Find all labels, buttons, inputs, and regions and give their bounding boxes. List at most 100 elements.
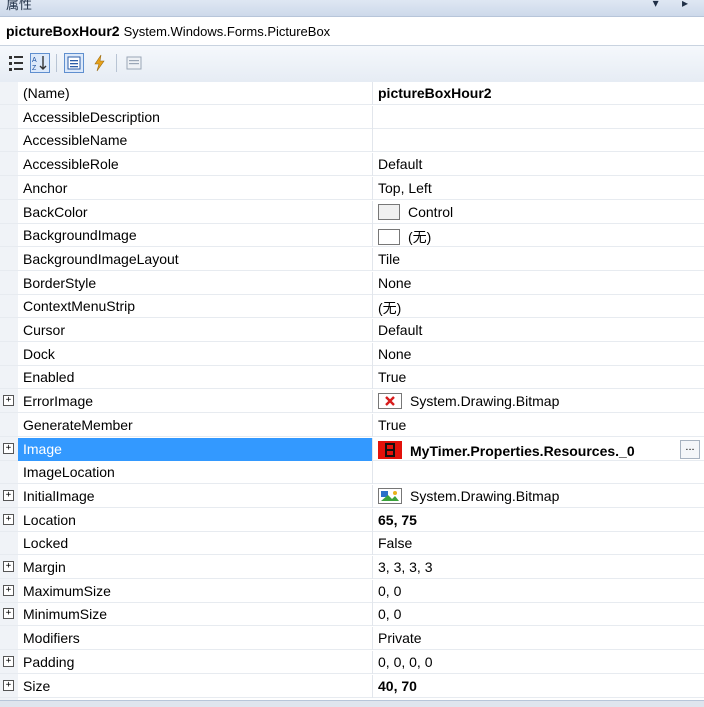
column-splitter[interactable] — [372, 177, 373, 200]
property-row[interactable]: AccessibleName — [0, 129, 704, 152]
column-splitter[interactable] — [372, 438, 373, 461]
property-value[interactable]: None — [378, 346, 693, 362]
property-value[interactable]: 40, 70 — [378, 678, 693, 694]
property-value[interactable]: None — [378, 275, 693, 291]
property-row[interactable]: Enabled True — [0, 366, 704, 389]
property-row[interactable]: + ErrorImage System.Drawing.Bitmap — [0, 390, 704, 413]
property-value-text: 0, 0, 0, 0 — [378, 654, 433, 670]
property-row[interactable]: + MinimumSize 0, 0 — [0, 603, 704, 626]
property-value[interactable]: Default — [378, 322, 693, 338]
column-splitter[interactable] — [372, 272, 373, 295]
property-row[interactable]: ImageLocation — [0, 461, 704, 484]
property-row[interactable]: + Margin 3, 3, 3, 3 — [0, 556, 704, 579]
column-splitter[interactable] — [372, 414, 373, 437]
expand-icon[interactable]: + — [3, 514, 14, 525]
property-value[interactable]: (无) — [378, 227, 693, 247]
property-value[interactable]: Top, Left — [378, 180, 693, 196]
panel-title-controls[interactable]: ▾ ▸ — [653, 0, 698, 10]
column-splitter[interactable] — [372, 106, 373, 129]
property-value[interactable]: True — [378, 369, 693, 385]
property-value[interactable]: System.Drawing.Bitmap — [378, 393, 693, 412]
property-value[interactable]: (无) — [378, 298, 693, 318]
property-row[interactable]: Anchor Top, Left — [0, 177, 704, 200]
expand-icon[interactable]: + — [3, 585, 14, 596]
column-splitter[interactable] — [372, 343, 373, 366]
column-splitter[interactable] — [372, 603, 373, 626]
property-row[interactable]: Dock None — [0, 343, 704, 366]
property-value[interactable]: 0, 0, 0, 0 — [378, 654, 693, 670]
column-splitter[interactable] — [372, 224, 373, 247]
property-row[interactable]: + Location 65, 75 — [0, 509, 704, 532]
property-value[interactable]: 3, 3, 3, 3 — [378, 559, 693, 575]
events-icon[interactable] — [90, 53, 110, 73]
expand-icon[interactable]: + — [3, 443, 14, 454]
expand-icon[interactable]: + — [3, 656, 14, 667]
column-splitter[interactable] — [372, 532, 373, 555]
property-row[interactable]: BorderStyle None — [0, 272, 704, 295]
property-value[interactable]: 0, 0 — [378, 606, 693, 622]
alphabetical-icon[interactable]: A Z — [30, 53, 50, 73]
property-row[interactable]: + Image MyTimer.Properties.Resources._0... — [0, 438, 704, 461]
column-splitter[interactable] — [372, 295, 373, 318]
column-splitter[interactable] — [372, 201, 373, 224]
column-splitter[interactable] — [372, 366, 373, 389]
properties-icon[interactable] — [64, 53, 84, 73]
property-value[interactable]: System.Drawing.Bitmap — [378, 488, 693, 507]
column-splitter[interactable] — [372, 82, 373, 105]
property-row[interactable]: (Name) pictureBoxHour2 — [0, 82, 704, 105]
property-row[interactable]: GenerateMember True — [0, 414, 704, 437]
column-splitter[interactable] — [372, 675, 373, 698]
column-splitter[interactable] — [372, 248, 373, 271]
property-value[interactable]: Control — [378, 204, 693, 220]
object-type: System.Windows.Forms.PictureBox — [123, 24, 331, 39]
expand-icon[interactable]: + — [3, 561, 14, 572]
property-value[interactable]: True — [378, 417, 693, 433]
ellipsis-button[interactable]: ... — [680, 440, 700, 459]
property-value-text: 0, 0 — [378, 583, 402, 599]
column-splitter[interactable] — [372, 153, 373, 176]
property-value[interactable]: 65, 75 — [378, 512, 693, 528]
property-row[interactable]: BackgroundImage (无) — [0, 224, 704, 247]
property-value-text: Control — [408, 204, 454, 220]
object-selector[interactable]: pictureBoxHour2 System.Windows.Forms.Pict… — [0, 17, 704, 46]
column-splitter[interactable] — [372, 556, 373, 579]
column-splitter[interactable] — [372, 390, 373, 413]
property-value[interactable]: Tile — [378, 251, 693, 267]
property-value[interactable]: False — [378, 535, 693, 551]
property-value-text: 40, 70 — [378, 678, 417, 694]
property-row[interactable]: + InitialImage System.Drawing.Bitmap — [0, 485, 704, 508]
property-value[interactable]: Private — [378, 630, 693, 646]
property-row[interactable]: Cursor Default — [0, 319, 704, 342]
property-row[interactable]: + MaximumSize 0, 0 — [0, 580, 704, 603]
property-value[interactable]: MyTimer.Properties.Resources._0 — [378, 441, 693, 462]
column-splitter[interactable] — [372, 580, 373, 603]
column-splitter[interactable] — [372, 129, 373, 152]
expand-icon[interactable]: + — [3, 395, 14, 406]
property-row[interactable]: AccessibleRole Default — [0, 153, 704, 176]
column-splitter[interactable] — [372, 485, 373, 508]
property-row[interactable]: BackColor Control — [0, 201, 704, 224]
expand-icon[interactable]: + — [3, 680, 14, 691]
property-row[interactable]: BackgroundImageLayout Tile — [0, 248, 704, 271]
property-row[interactable]: + Size 40, 70 — [0, 675, 704, 698]
column-splitter[interactable] — [372, 627, 373, 650]
property-row[interactable]: AccessibleDescription — [0, 106, 704, 129]
property-row[interactable]: Modifiers Private — [0, 627, 704, 650]
property-row[interactable]: ContextMenuStrip (无) — [0, 295, 704, 318]
property-row[interactable]: + Padding 0, 0, 0, 0 — [0, 651, 704, 674]
column-splitter[interactable] — [372, 461, 373, 484]
property-pages-icon[interactable] — [124, 53, 144, 73]
column-splitter[interactable] — [372, 651, 373, 674]
column-splitter[interactable] — [372, 509, 373, 532]
property-value[interactable]: pictureBoxHour2 — [378, 85, 693, 101]
property-value[interactable]: Default — [378, 156, 693, 172]
property-row[interactable]: Locked False — [0, 532, 704, 555]
column-splitter[interactable] — [372, 319, 373, 342]
property-value[interactable]: 0, 0 — [378, 583, 693, 599]
property-name: Enabled — [23, 369, 75, 385]
expand-icon[interactable]: + — [3, 490, 14, 501]
property-name: Padding — [23, 654, 75, 670]
categorized-icon[interactable] — [6, 53, 26, 73]
property-value-text: 0, 0 — [378, 606, 402, 622]
expand-icon[interactable]: + — [3, 608, 14, 619]
